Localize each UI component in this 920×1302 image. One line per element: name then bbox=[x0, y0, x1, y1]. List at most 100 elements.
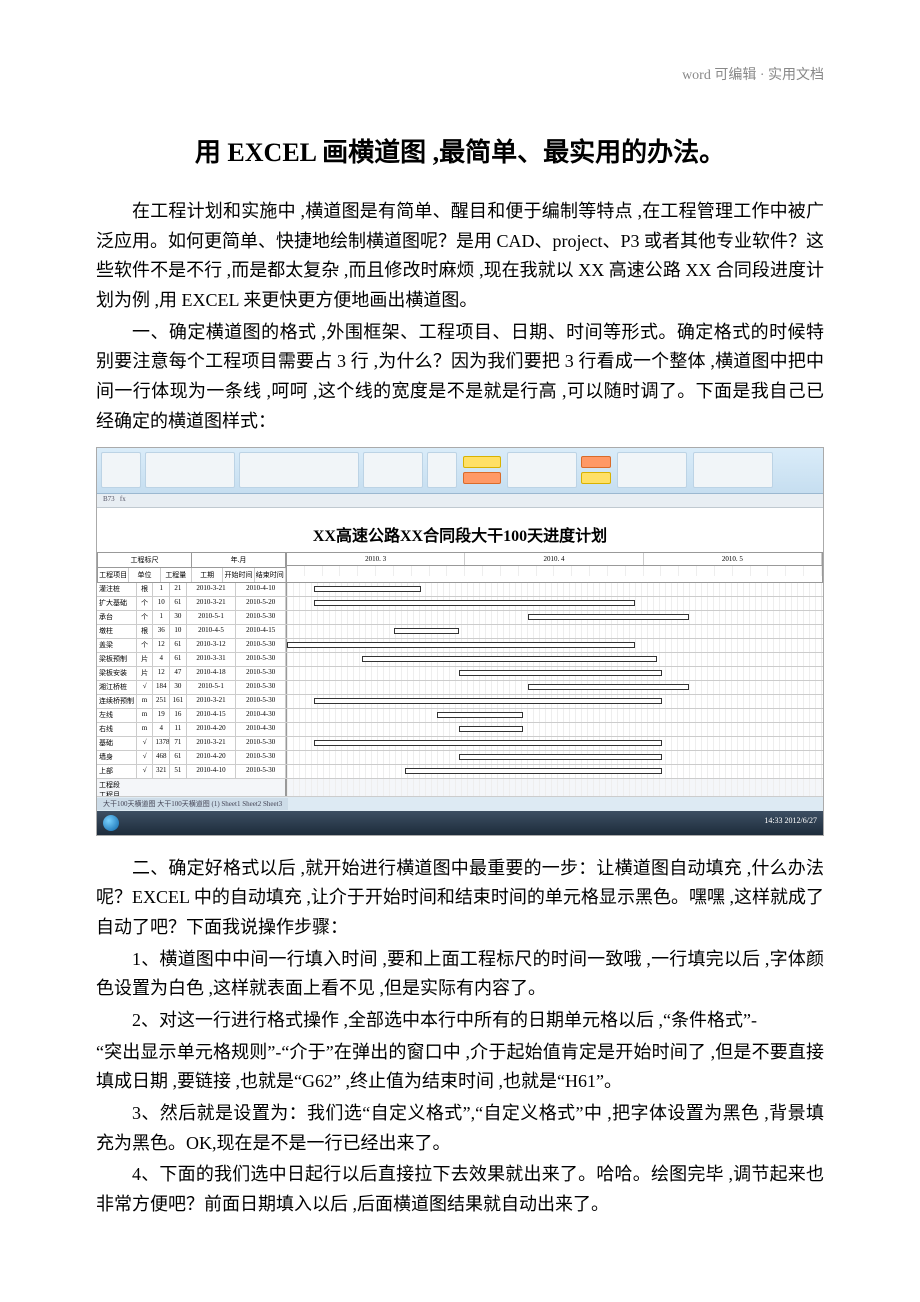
excel-statusbar: 大干100天横道图 大干100天横道图 (1) Sheet1 Sheet2 Sh… bbox=[97, 797, 823, 811]
gantt-bar bbox=[314, 698, 662, 704]
gantt-bar bbox=[437, 712, 523, 718]
gantt-cell: 2010-5-1 bbox=[187, 611, 237, 624]
gantt-cell: 湘江桥桩 bbox=[97, 681, 137, 694]
gantt-cell: 10 bbox=[170, 625, 187, 638]
taskbar-clock: 14:33 2012/6/27 bbox=[764, 816, 817, 825]
gantt-cell: 右线 bbox=[97, 723, 137, 736]
scale-label: 工程标尺 bbox=[98, 553, 192, 567]
gantt-cell: 梁板预制 bbox=[97, 653, 137, 666]
gantt-title: XX高速公路XX合同段大干100天进度计划 bbox=[97, 508, 823, 552]
gantt-cell: 2010-5-30 bbox=[236, 653, 286, 666]
gantt-cell: 61 bbox=[170, 751, 187, 764]
gantt-bar bbox=[314, 740, 662, 746]
excel-namebox: B73 fx bbox=[97, 494, 823, 508]
gantt-bar bbox=[287, 642, 635, 648]
gantt-cell: 47 bbox=[170, 667, 187, 680]
paragraph-step2-3: 3、然后就是设置为：我们选“自定义格式”,“自定义格式”中 ,把字体设置为黑色 … bbox=[96, 1099, 824, 1158]
gantt-cell: 2010-4-10 bbox=[187, 765, 237, 778]
gantt-bar bbox=[362, 656, 657, 662]
gantt-bottom-row: 工程段 工程月 bbox=[97, 779, 823, 797]
paragraph-intro: 在工程计划和实施中 ,横道图是有简单、醒目和便于编制等特点 ,在工程管理工作中被… bbox=[96, 197, 824, 316]
gantt-cell: 61 bbox=[170, 597, 187, 610]
gantt-cell: 2010-3-21 bbox=[187, 737, 237, 750]
gantt-cell: 承台 bbox=[97, 611, 137, 624]
gantt-cell: 2010-3-21 bbox=[187, 583, 237, 596]
gantt-cell: 2010-4-20 bbox=[187, 723, 237, 736]
gantt-cell: 2010-5-30 bbox=[236, 765, 286, 778]
col-4: 开始时间 bbox=[223, 568, 254, 582]
gantt-cell: 36 bbox=[153, 625, 170, 638]
gantt-cell: 扩大基础 bbox=[97, 597, 137, 610]
month-1: 2010. 4 bbox=[465, 553, 643, 565]
gantt-cell: 片 bbox=[137, 667, 154, 680]
days-grid bbox=[287, 566, 822, 576]
paragraph-step2-2a: 2、对这一行进行格式操作 ,全部选中本行中所有的日期单元格以后 ,“条件格式”- bbox=[96, 1006, 824, 1036]
col-1: 单位 bbox=[129, 568, 160, 582]
gantt-row: 左线m19162010-4-152010-4-30 bbox=[97, 709, 823, 723]
gantt-cell: 墙身 bbox=[97, 751, 137, 764]
gantt-bar bbox=[459, 754, 663, 760]
gantt-cell: 19 bbox=[153, 709, 170, 722]
col-0: 工程项目 bbox=[98, 568, 129, 582]
gantt-bar bbox=[314, 600, 636, 606]
excel-screenshot: B73 fx XX高速公路XX合同段大干100天进度计划 工程标尺 年.月 工程… bbox=[96, 447, 824, 836]
gantt-cell: 2010-4-15 bbox=[187, 709, 237, 722]
gantt-row: 墩柱根36102010-4-52010-4-15 bbox=[97, 625, 823, 639]
paragraph-step2-2b: “突出显示单元格规则”-“介于”在弹出的窗口中 ,介于起始值肯定是开始时间了 ,… bbox=[96, 1038, 824, 1097]
gantt-cell: 2010-5-30 bbox=[236, 737, 286, 750]
paragraph-step1: 一、确定横道图的格式 ,外围框架、工程项目、日期、时间等形式。确定格式的时候特别… bbox=[96, 318, 824, 437]
gantt-cell: 1 bbox=[153, 611, 170, 624]
paragraph-step2-intro: 二、确定好格式以后 ,就开始进行横道图中最重要的一步：让横道图自动填充 ,什么办… bbox=[96, 854, 824, 943]
gantt-cell: 左线 bbox=[97, 709, 137, 722]
gantt-cell: 2010-3-21 bbox=[187, 597, 237, 610]
gantt-header: 工程标尺 年.月 工程项目 单位 工程量 工期 开始时间 结束时间 2010. … bbox=[97, 552, 823, 583]
sheet-tabs: 大干100天横道图 大干100天横道图 (1) Sheet1 Sheet2 Sh… bbox=[97, 798, 288, 810]
gantt-cell: 184 bbox=[153, 681, 170, 694]
gantt-cell: 墩柱 bbox=[97, 625, 137, 638]
excel-ribbon bbox=[97, 448, 823, 494]
gantt-cell: 12 bbox=[153, 639, 170, 652]
gantt-cell: 2010-4-10 bbox=[236, 583, 286, 596]
gantt-row: 墙身√468612010-4-202010-5-30 bbox=[97, 751, 823, 765]
gantt-cell: 上部 bbox=[97, 765, 137, 778]
gantt-cell: 2010-3-21 bbox=[187, 695, 237, 708]
gantt-cell: 2010-3-31 bbox=[187, 653, 237, 666]
gantt-cell: 2010-3-12 bbox=[187, 639, 237, 652]
gantt-bar bbox=[314, 586, 421, 592]
windows-taskbar: 14:33 2012/6/27 bbox=[97, 811, 823, 835]
gantt-cell: 2010-5-30 bbox=[236, 611, 286, 624]
paragraph-step2-4: 4、下面的我们选中日起行以后直接拉下去效果就出来了。哈哈。绘图完毕 ,调节起来也… bbox=[96, 1160, 824, 1219]
col-3: 工期 bbox=[192, 568, 223, 582]
gantt-bar bbox=[394, 628, 458, 634]
gantt-cell: 468 bbox=[153, 751, 170, 764]
gantt-cell: 2010-5-30 bbox=[236, 695, 286, 708]
gantt-cell: 2010-5-30 bbox=[236, 681, 286, 694]
gantt-cell: 2010-5-1 bbox=[187, 681, 237, 694]
gantt-cell: 2010-4-30 bbox=[236, 723, 286, 736]
gantt-cell: 个 bbox=[137, 597, 154, 610]
gantt-cell: 71 bbox=[170, 737, 187, 750]
month-0: 2010. 3 bbox=[287, 553, 465, 565]
gantt-cell: 基础 bbox=[97, 737, 137, 750]
gantt-cell: 1 bbox=[153, 583, 170, 596]
gantt-bar bbox=[528, 684, 689, 690]
gantt-cell: √ bbox=[137, 751, 154, 764]
gantt-row: 盖梁个12612010-3-122010-5-30 bbox=[97, 639, 823, 653]
gantt-cell: 61 bbox=[170, 653, 187, 666]
gantt-bar bbox=[405, 768, 662, 774]
gantt-cell: 161 bbox=[170, 695, 187, 708]
gantt-cell: 2010-5-20 bbox=[236, 597, 286, 610]
gantt-cell: 61 bbox=[170, 639, 187, 652]
page-header: word 可编辑 · 实用文档 bbox=[96, 64, 824, 84]
col-5: 结束时间 bbox=[255, 568, 286, 582]
gantt-cell: √ bbox=[137, 681, 154, 694]
gantt-row: 上部√321512010-4-102010-5-30 bbox=[97, 765, 823, 779]
gantt-cell: 30 bbox=[170, 611, 187, 624]
gantt-cell: 4 bbox=[153, 723, 170, 736]
gantt-row: 梁板预制片4612010-3-312010-5-30 bbox=[97, 653, 823, 667]
gantt-bar bbox=[459, 670, 663, 676]
gantt-row: 灌注桩根1212010-3-212010-4-10 bbox=[97, 583, 823, 597]
gantt-cell: m bbox=[137, 723, 154, 736]
gantt-cell: 2010-4-18 bbox=[187, 667, 237, 680]
gantt-row: 基础√1378712010-3-212010-5-30 bbox=[97, 737, 823, 751]
